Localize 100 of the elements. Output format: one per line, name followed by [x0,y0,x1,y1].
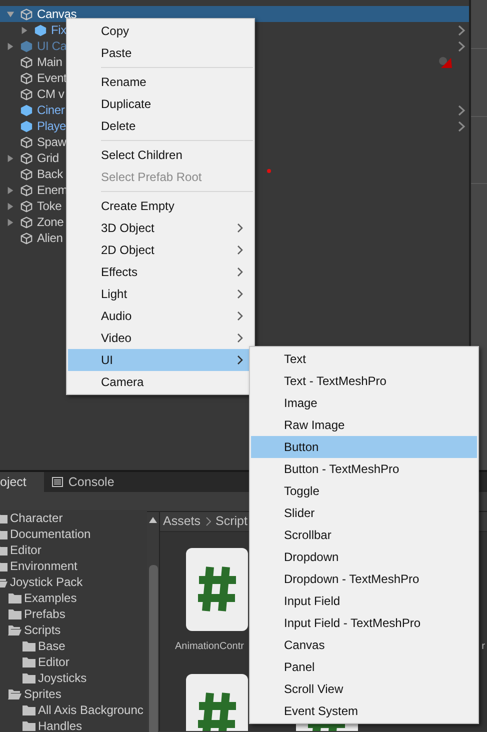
menu-item[interactable]: Input Field [251,590,477,612]
project-folder-label[interactable]: Editor [10,543,42,557]
hierarchy-item-label[interactable]: Canvas [37,6,76,22]
folder-icon [22,704,36,716]
hierarchy-item-label[interactable]: Zone [37,214,64,230]
menu-item[interactable]: Button [251,436,477,458]
prefab-cube-icon [20,120,33,132]
project-folder-label[interactable]: Character [10,511,63,525]
menu-item[interactable]: Paste [68,42,253,64]
menu-item[interactable]: Text [251,348,477,370]
menu-item[interactable]: 3D Object [68,217,253,239]
menu-item[interactable]: Dropdown - TextMeshPro [251,568,477,590]
project-folder-label[interactable]: Scripts [24,623,61,637]
hierarchy-item-label[interactable]: Spaw [37,134,66,150]
hierarchy-item-label[interactable]: Alien [37,230,63,246]
hierarchy-item-label[interactable]: CM v [37,86,64,102]
menu-item[interactable]: Light [68,283,253,305]
project-folder-label[interactable]: Sprites [24,687,62,701]
folder-icon [22,656,36,668]
menu-item[interactable]: Toggle [251,480,477,502]
project-folder-label[interactable]: Environment [10,559,78,573]
prefab-cube-icon [20,40,33,52]
project-folder-label[interactable]: Joystick Pack [10,575,83,589]
cube-outline-icon [20,184,33,196]
folder-icon [22,640,36,652]
hierarchy-item-label[interactable]: Event [37,70,67,86]
menu-item[interactable]: Scroll View [251,678,477,700]
project-folder-label[interactable]: Handles [38,719,82,731]
script-asset-icon[interactable] [186,548,248,631]
chevron-right-icon[interactable] [458,24,465,36]
foldout-arrow-icon[interactable] [6,186,15,194]
menu-item[interactable]: Slider [251,502,477,524]
folder-icon [8,592,22,604]
hierarchy-item-label[interactable]: Ciner [37,102,65,118]
project-folder-label[interactable]: Base [38,639,66,653]
foldout-arrow-icon[interactable] [6,42,15,50]
list-icon [52,477,64,487]
menu-item[interactable]: Copy [68,20,253,42]
hierarchy-item-label[interactable]: Playe [37,118,66,134]
prefab-cube-icon [20,104,33,116]
menu-item[interactable]: Effects [68,261,253,283]
menu-item[interactable]: Video [68,327,253,349]
scroll-up-icon[interactable] [149,517,157,523]
scrollbar-thumb[interactable] [149,565,158,732]
menu-item[interactable]: Event System [251,700,477,722]
chevron-right-icon[interactable] [458,40,465,52]
menu-item[interactable]: Select Children [68,144,253,166]
menu-item[interactable]: Rename [68,71,253,93]
chevron-right-icon[interactable] [458,120,465,132]
breadcrumb-link[interactable]: Assets [163,512,201,531]
foldout-arrow-icon[interactable] [6,154,15,162]
folder-icon [22,672,36,684]
menu-item[interactable]: Camera [68,371,253,393]
panel-tab[interactable]: Console [44,472,122,492]
chevron-right-icon[interactable] [458,104,465,116]
open-folder-icon [8,624,22,636]
menu-item[interactable]: Text - TextMeshPro [251,370,477,392]
foldout-arrow-icon[interactable] [6,10,15,18]
project-folder-label[interactable]: Joysticks [38,671,87,685]
cube-outline-icon [20,8,33,20]
folder-icon [22,720,36,731]
foldout-arrow-icon[interactable] [20,26,29,34]
menu-item[interactable]: Image [251,392,477,414]
menu-item[interactable]: Scrollbar [251,524,477,546]
menu-item[interactable]: Duplicate [68,93,253,115]
menu-item[interactable]: Panel [251,656,477,678]
breadcrumb-chevron-icon [206,516,211,526]
menu-item[interactable]: Dropdown [251,546,477,568]
hierarchy-item-label[interactable]: Grid [37,150,59,166]
menu-item[interactable]: Canvas [251,634,477,656]
panel-tab[interactable]: oject [0,472,44,492]
menu-item[interactable]: Raw Image [251,414,477,436]
cube-outline-icon [20,216,33,228]
project-folder-label[interactable]: Documentation [10,527,91,541]
menu-item[interactable]: Create Empty [68,195,253,217]
hierarchy-item-label[interactable]: Main [37,54,62,70]
open-folder-icon [8,688,22,700]
menu-item[interactable]: Delete [68,115,253,137]
cube-outline-icon [20,88,33,100]
asset-label: r [482,640,485,654]
project-folder-label[interactable]: Prefabs [24,607,66,621]
cube-outline-icon [20,152,33,164]
hierarchy-item-label[interactable]: Fix [51,22,66,38]
project-folder-label[interactable]: All Axis Backgrounc [38,703,144,717]
cube-outline-icon [20,56,33,68]
menu-item[interactable]: 2D Object [68,239,253,261]
project-folder-label[interactable]: Examples [24,591,77,605]
menu-item[interactable]: Input Field - TextMeshPro [251,612,477,634]
cube-outline-icon [20,136,33,148]
cube-outline-icon [20,200,33,212]
hierarchy-item-label[interactable]: Toke [37,198,62,214]
hierarchy-item-label[interactable]: Back [37,166,63,182]
foldout-arrow-icon[interactable] [6,218,15,226]
camera-gizmo-icon [438,55,453,70]
menu-item[interactable]: Button - TextMeshPro [251,458,477,480]
menu-item[interactable]: Audio [68,305,253,327]
foldout-arrow-icon[interactable] [6,202,15,210]
project-folder-label[interactable]: Editor [38,655,70,669]
breadcrumb-link[interactable]: Script [216,512,248,531]
asset-label: AnimationContr [175,640,244,654]
